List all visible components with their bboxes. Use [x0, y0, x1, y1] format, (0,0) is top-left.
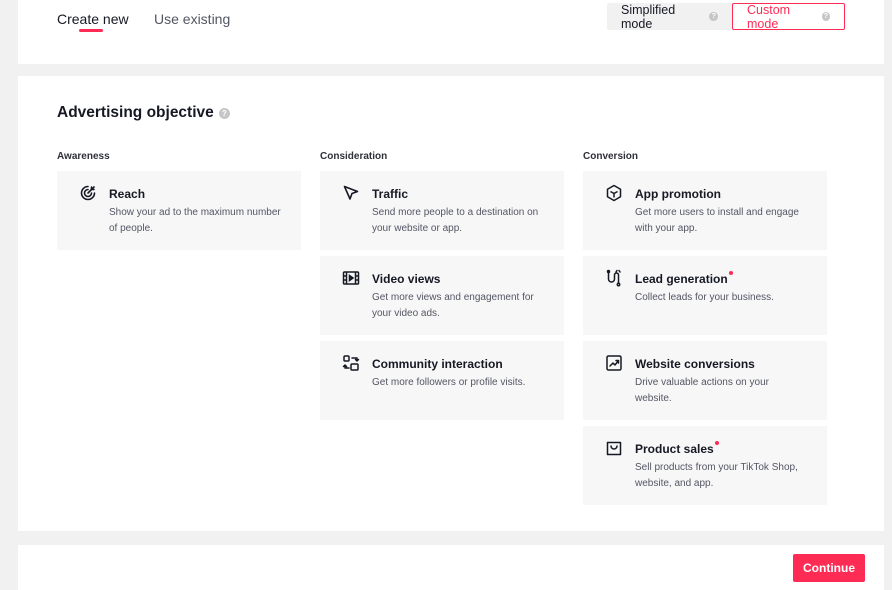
card-title-text: Lead generation [635, 272, 728, 286]
card-title: Lead generation [635, 271, 733, 287]
custom-mode-label: Custom mode [747, 2, 791, 31]
card-title: Website conversions [635, 357, 755, 371]
app-cube-icon [606, 184, 622, 202]
objective-card-community-interaction[interactable]: Community interaction Get more followers… [320, 341, 564, 420]
video-film-icon [342, 271, 360, 285]
advertising-objective-panel: Advertising objective ? Awareness Reach … [18, 76, 884, 531]
column-label: Conversion [583, 151, 639, 162]
section-title-text: Advertising objective [57, 104, 214, 121]
objective-card-product-sales[interactable]: Product sales Sell products from your Ti… [583, 426, 827, 505]
custom-mode-button[interactable]: Custom mode ? [732, 2, 845, 31]
card-description: Collect leads for your business. [635, 292, 774, 303]
card-title: Video views [372, 272, 441, 286]
card-description: Get more views and engagement for your v… [372, 292, 534, 319]
card-description: Drive valuable actions on your website. [635, 377, 769, 404]
community-exchange-icon [342, 355, 360, 371]
objective-card-lead-generation[interactable]: Lead generation Collect leads for your b… [583, 256, 827, 335]
column-conversion: Conversion App promotion Get more users … [583, 151, 827, 511]
top-panel: Create new Use existing Simplified mode … [18, 0, 884, 64]
tab-create-new[interactable]: Create new [57, 11, 129, 27]
card-description: Show your ad to the maximum number of pe… [109, 207, 281, 234]
new-indicator-dot [714, 441, 719, 445]
card-description: Sell products from your TikTok Shop, web… [635, 462, 798, 489]
column-label: Awareness [57, 151, 110, 162]
continue-button[interactable]: Continue [793, 554, 865, 582]
column-consideration: Consideration Traffic Send more people t… [320, 151, 564, 426]
card-title: Reach [109, 187, 146, 201]
card-title-text: Product sales [635, 442, 714, 456]
help-icon[interactable]: ? [218, 107, 230, 119]
simplified-mode-label: Simplified mode [621, 2, 676, 31]
lead-magnet-icon [606, 269, 621, 287]
card-title: App promotion [635, 187, 721, 201]
objective-card-video-views[interactable]: Video views Get more views and engagemen… [320, 256, 564, 335]
section-title: Advertising objective ? [57, 104, 230, 122]
card-description: Get more users to install and engage wit… [635, 207, 799, 234]
card-description: Send more people to a destination on you… [372, 207, 539, 234]
simplified-mode-button[interactable]: Simplified mode ? [607, 2, 732, 31]
active-tab-indicator [79, 29, 103, 32]
card-title: Traffic [372, 187, 409, 201]
mode-switch: Simplified mode ? Custom mode ? [607, 2, 845, 31]
card-title: Community interaction [372, 357, 503, 371]
objective-card-app-promotion[interactable]: App promotion Get more users to install … [583, 171, 827, 250]
objective-card-website-conversions[interactable]: Website conversions Drive valuable actio… [583, 341, 827, 420]
cursor-arrow-icon [343, 185, 359, 200]
footer-panel: Continue [18, 545, 884, 590]
trend-chart-icon [606, 355, 622, 371]
target-icon [80, 185, 96, 201]
column-awareness: Awareness Reach Show your ad to the maxi… [57, 151, 301, 256]
shopping-bag-icon [606, 441, 622, 456]
new-indicator-dot [728, 271, 733, 275]
card-title: Product sales [635, 441, 719, 457]
help-icon[interactable]: ? [821, 12, 830, 21]
help-icon[interactable]: ? [709, 12, 718, 21]
objective-card-traffic[interactable]: Traffic Send more people to a destinatio… [320, 171, 564, 250]
column-label: Consideration [320, 151, 388, 162]
tab-use-existing[interactable]: Use existing [154, 11, 230, 27]
card-description: Get more followers or profile visits. [372, 377, 526, 388]
objective-card-reach[interactable]: Reach Show your ad to the maximum number… [57, 171, 301, 250]
